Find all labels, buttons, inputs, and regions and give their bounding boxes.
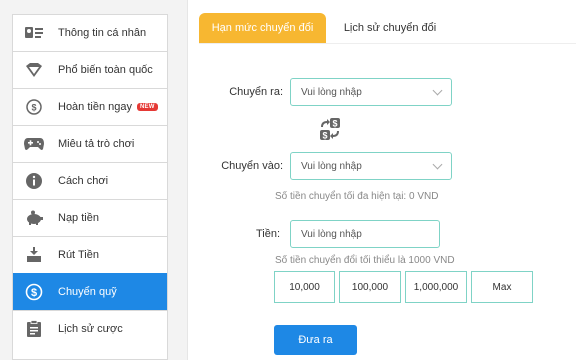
sidebar-item-label: Cách chơi <box>58 175 109 187</box>
sidebar-item-withdraw[interactable]: Rút Tiền <box>13 236 167 273</box>
sidebar-item-how-to-play[interactable]: Cách chơi <box>13 162 167 199</box>
svg-text:$: $ <box>31 103 36 113</box>
from-label: Chuyển ra: <box>229 86 283 98</box>
transfer-panel: Hạn mức chuyển đổi Lịch sử chuyển đổi Ch… <box>187 0 576 360</box>
tab-bar: Hạn mức chuyển đổi Lịch sử chuyển đổi <box>199 13 448 43</box>
amount-input[interactable] <box>290 220 440 248</box>
sidebar-item-label: Phổ biến toàn quốc <box>58 64 153 76</box>
sidebar-item-label: Chuyển quỹ <box>58 286 117 298</box>
sidebar-item-profile[interactable]: Thông tin cá nhân <box>13 14 167 51</box>
to-label: Chuyển vào: <box>221 160 283 172</box>
sidebar-item-label: Rút Tiền <box>58 249 99 261</box>
sidebar-item-label: Lịch sử cược <box>58 323 123 335</box>
tab-divider <box>199 43 576 44</box>
tab-transfer-limit[interactable]: Hạn mức chuyển đổi <box>199 13 326 43</box>
sidebar-item-bet-history[interactable]: Lịch sử cược <box>13 310 167 347</box>
withdraw-icon <box>23 244 45 266</box>
swap-icon[interactable]: $ $ <box>319 117 341 141</box>
quick-amount-100000-button[interactable]: 100,000 <box>339 271 401 303</box>
sidebar-item-label: Hoàn tiền ngay <box>58 101 132 113</box>
piggy-bank-icon <box>23 207 45 229</box>
gamepad-icon <box>23 133 45 155</box>
sidebar-item-popular[interactable]: Phổ biến toàn quốc <box>13 51 167 88</box>
max-transfer-hint: Số tiền chuyển tối đa hiện tại: 0 VND <box>275 191 439 202</box>
min-transfer-hint: Số tiền chuyển đổi tối thiểu là 1000 VND <box>275 255 455 266</box>
quick-amount-max-button[interactable]: Max <box>471 271 533 303</box>
clipboard-icon <box>23 318 45 340</box>
svg-text:$: $ <box>322 131 327 141</box>
sidebar-item-label: Thông tin cá nhân <box>58 27 147 39</box>
sidebar: Thông tin cá nhân Phổ biến toàn quốc $ H… <box>12 14 168 360</box>
svg-text:$: $ <box>31 287 37 299</box>
to-wallet-select[interactable]: Vui lòng nhập <box>290 152 452 180</box>
submit-button[interactable]: Đưa ra <box>274 325 357 355</box>
sidebar-item-game-description[interactable]: Miêu tả trò chơi <box>13 125 167 162</box>
quick-amount-10000-button[interactable]: 10,000 <box>274 271 335 303</box>
sidebar-item-transfer[interactable]: $ Chuyển quỹ <box>13 273 167 310</box>
amount-label: Tiền: <box>255 228 280 240</box>
to-wallet-value: Vui lòng nhập <box>301 160 362 172</box>
quick-amount-1000000-button[interactable]: 1,000,000 <box>405 271 467 303</box>
from-wallet-select[interactable]: Vui lòng nhập <box>290 78 452 106</box>
new-badge: NEW <box>137 103 158 111</box>
sidebar-item-refund[interactable]: $ Hoàn tiền ngay NEW <box>13 88 167 125</box>
sidebar-item-deposit[interactable]: Nạp tiền <box>13 199 167 236</box>
refund-coin-icon: $ <box>23 96 45 118</box>
sidebar-item-label: Miêu tả trò chơi <box>58 138 135 150</box>
chevron-down-icon <box>432 159 443 170</box>
svg-text:$: $ <box>332 119 337 129</box>
diamond-icon <box>23 59 45 81</box>
profile-card-icon <box>23 22 45 44</box>
tab-transfer-history[interactable]: Lịch sử chuyển đổi <box>332 13 448 43</box>
chevron-down-icon <box>432 85 443 96</box>
dollar-coin-icon: $ <box>23 281 45 303</box>
sidebar-item-label: Nạp tiền <box>58 212 99 224</box>
info-icon <box>23 170 45 192</box>
from-wallet-value: Vui lòng nhập <box>301 86 362 98</box>
